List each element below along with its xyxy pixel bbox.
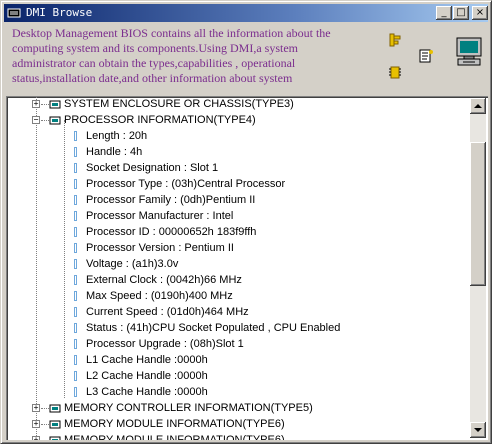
document-icon[interactable]	[418, 48, 434, 64]
property-icon	[74, 195, 77, 205]
chip-icon[interactable]	[387, 64, 403, 80]
property-icon	[74, 147, 77, 157]
tree-node-processor[interactable]: − PROCESSOR INFORMATION(TYPE4)	[8, 112, 468, 128]
tree-guide-line	[64, 120, 65, 398]
property-icon	[74, 131, 77, 141]
expand-icon[interactable]: +	[32, 436, 40, 440]
up-arrow-icon	[474, 104, 482, 108]
tree-guide-line	[36, 96, 37, 440]
property-text: L2 Cache Handle :0000h	[86, 370, 208, 382]
property-text: Socket Designation : Slot 1	[86, 162, 219, 174]
tree-node-label: PROCESSOR INFORMATION(TYPE4)	[64, 114, 256, 126]
window-title: DMI Browse	[26, 6, 93, 19]
property-icon	[74, 227, 77, 237]
expand-icon[interactable]: +	[32, 420, 40, 428]
tree-node-memory-controller[interactable]: + MEMORY CONTROLLER INFORMATION(TYPE5)	[8, 400, 468, 416]
property-text: Status : (41h)CPU Socket Populated , CPU…	[86, 322, 341, 334]
tree-node-label: MEMORY MODULE INFORMATION(TYPE6)	[64, 418, 285, 430]
tree-node-label: MEMORY CONTROLLER INFORMATION(TYPE5)	[64, 402, 313, 414]
tree-node-enclosure[interactable]: + SYSTEM ENCLOSURE OR CHASSIS(TYPE3)	[8, 96, 468, 112]
property-icon	[74, 211, 77, 221]
tree-node-memory-module[interactable]: + MEMORY MODULE INFORMATION(TYPE6)	[8, 432, 468, 440]
property-text: Processor Manufacturer : Intel	[86, 210, 234, 222]
dmi-tree-view[interactable]: + SYSTEM ENCLOSURE OR CHASSIS(TYPE3) − P…	[6, 96, 488, 440]
property-icon	[74, 387, 77, 397]
property-icon	[74, 243, 77, 253]
property-text: Current Speed : (01d0h)464 MHz	[86, 306, 249, 318]
tree-node-label: SYSTEM ENCLOSURE OR CHASSIS(TYPE3)	[64, 98, 294, 110]
tree-node-label: MEMORY MODULE INFORMATION(TYPE6)	[64, 434, 285, 440]
property-text: Processor Upgrade : (08h)Slot 1	[86, 338, 244, 350]
scroll-down-button[interactable]	[470, 422, 486, 438]
property-icon	[74, 371, 77, 381]
property-text: L3 Cache Handle :0000h	[86, 386, 208, 398]
scroll-up-button[interactable]	[470, 98, 486, 114]
property-text: Length : 20h	[86, 130, 148, 142]
property-text: Voltage : (a1h)3.0v	[86, 258, 179, 270]
node-folder-icon	[49, 436, 61, 440]
tree-node-memory-module[interactable]: + MEMORY MODULE INFORMATION(TYPE6)	[8, 416, 468, 432]
dmi-browse-window: DMI Browse _ □ × Desktop Management BIOS…	[0, 0, 492, 444]
property-text: External Clock : (0042h)66 MHz	[86, 274, 242, 286]
node-folder-icon	[49, 100, 61, 109]
scroll-thumb[interactable]	[470, 142, 486, 286]
property-icon	[74, 339, 77, 349]
property-icon	[74, 291, 77, 301]
expand-icon[interactable]: +	[32, 404, 40, 412]
expand-icon[interactable]: +	[32, 100, 40, 108]
app-icon	[7, 8, 21, 18]
tree-connector	[41, 424, 49, 425]
property-text: Processor Type : (03h)Central Processor	[86, 178, 286, 190]
property-icon	[74, 179, 77, 189]
property-icon	[74, 259, 77, 269]
computer-icon	[456, 37, 482, 66]
property-icon	[74, 163, 77, 173]
title-bar[interactable]: DMI Browse _ □ ×	[4, 4, 488, 22]
property-icon	[74, 275, 77, 285]
tree-connector	[41, 120, 49, 121]
down-arrow-icon	[474, 428, 482, 432]
property-text: Handle : 4h	[86, 146, 143, 158]
property-text: Max Speed : (0190h)400 MHz	[86, 290, 233, 302]
node-folder-icon	[49, 404, 61, 413]
collapse-icon[interactable]: −	[32, 116, 40, 124]
header-panel: Desktop Management BIOS contains all the…	[6, 24, 486, 92]
maximize-button[interactable]: □	[453, 6, 469, 20]
node-folder-icon	[49, 420, 61, 429]
key-icon[interactable]	[387, 32, 403, 48]
vertical-scrollbar[interactable]	[470, 98, 486, 438]
tree-connector	[41, 408, 49, 409]
property-text: Processor ID : 00000652h 183f9ffh	[86, 226, 257, 238]
close-button[interactable]: ×	[472, 6, 488, 20]
property-text: L1 Cache Handle :0000h	[86, 354, 208, 366]
property-icon	[74, 307, 77, 317]
minimize-button[interactable]: _	[436, 6, 452, 20]
dmi-description: Desktop Management BIOS contains all the…	[12, 26, 331, 85]
node-folder-icon	[49, 116, 61, 125]
property-icon	[74, 355, 77, 365]
tree-content: + SYSTEM ENCLOSURE OR CHASSIS(TYPE3) − P…	[8, 96, 470, 440]
tree-connector	[41, 104, 49, 105]
property-icon	[74, 323, 77, 333]
property-text: Processor Version : Pentium II	[86, 242, 234, 254]
property-text: Processor Family : (0dh)Pentium II	[86, 194, 256, 206]
